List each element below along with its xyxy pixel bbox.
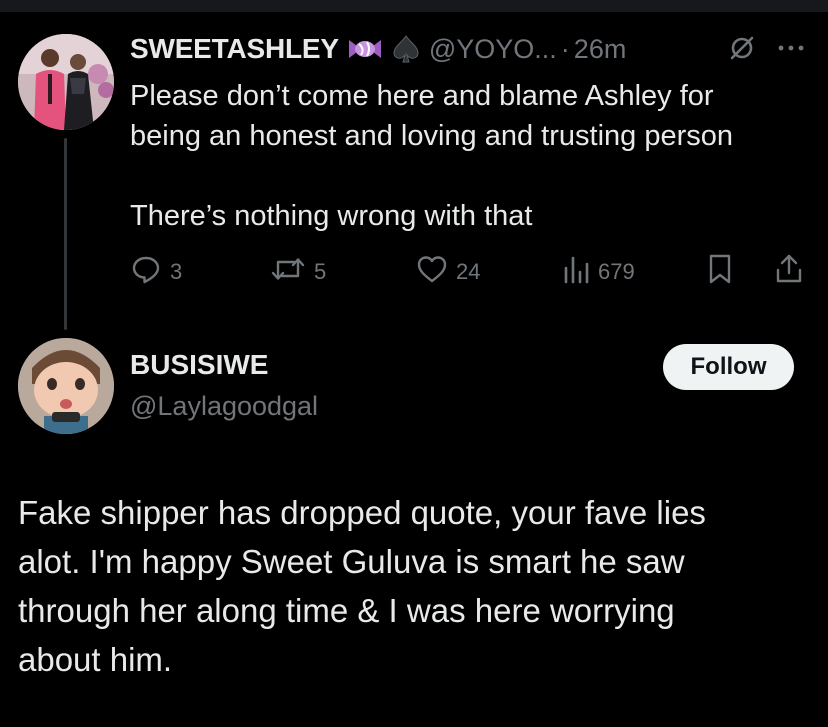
- handle[interactable]: @Laylagoodgal: [130, 391, 318, 422]
- mute-icon[interactable]: [728, 34, 756, 67]
- tweet2-line: alot. I'm happy Sweet Guluva is smart he…: [18, 543, 685, 580]
- bookmark-button[interactable]: [706, 252, 734, 292]
- timestamp[interactable]: 26m: [574, 34, 627, 65]
- display-name[interactable]: SWEETASHLEY: [130, 33, 339, 65]
- tweet1-line: There’s nothing wrong with that: [130, 200, 533, 232]
- tweet2-line: Fake shipper has dropped quote, your fav…: [18, 494, 706, 531]
- repost-icon: [270, 254, 306, 290]
- views-icon: [562, 254, 590, 290]
- views-button[interactable]: 679: [562, 252, 635, 292]
- more-icon[interactable]: [776, 34, 806, 67]
- tweet1-header: SWEETASHLEY @YOYO... · 26m: [130, 30, 626, 68]
- like-count: 24: [456, 259, 481, 284]
- candy-emoji: [347, 36, 383, 62]
- repost-button[interactable]: 5: [270, 252, 326, 292]
- thread-connector-line: [64, 138, 67, 330]
- share-button[interactable]: [774, 252, 804, 292]
- reply-icon: [130, 253, 162, 291]
- avatar-busisiwe[interactable]: [18, 338, 114, 434]
- tweet2-line: through her along time & I was here worr…: [18, 592, 675, 629]
- repost-count: 5: [314, 259, 327, 284]
- spade-emoji: [391, 34, 421, 64]
- tweet1-line: being an honest and loving and trusting …: [130, 120, 733, 152]
- separator-dot: ·: [560, 33, 570, 64]
- top-bar: [0, 0, 828, 12]
- tweet1-action-bar: 3 5 24 679: [130, 252, 810, 292]
- avatar-sweetashley[interactable]: [18, 34, 114, 130]
- share-icon: [774, 253, 804, 291]
- tweet1-text: Please don’t come here and blame Ashley …: [130, 76, 810, 236]
- display-name[interactable]: BUSISIWE: [130, 349, 268, 381]
- reply-count: 3: [170, 259, 183, 284]
- reply-button[interactable]: 3: [130, 252, 182, 292]
- tweet1-line: Please don’t come here and blame Ashley …: [130, 80, 714, 112]
- like-icon: [416, 254, 448, 290]
- tweet2-text: Fake shipper has dropped quote, your fav…: [18, 488, 818, 684]
- like-button[interactable]: 24: [416, 252, 480, 292]
- follow-button[interactable]: Follow: [663, 344, 794, 390]
- view-count: 679: [598, 259, 635, 284]
- tweet2-line: about him.: [18, 641, 173, 678]
- bookmark-icon: [706, 253, 734, 291]
- handle[interactable]: @YOYO...: [429, 34, 557, 65]
